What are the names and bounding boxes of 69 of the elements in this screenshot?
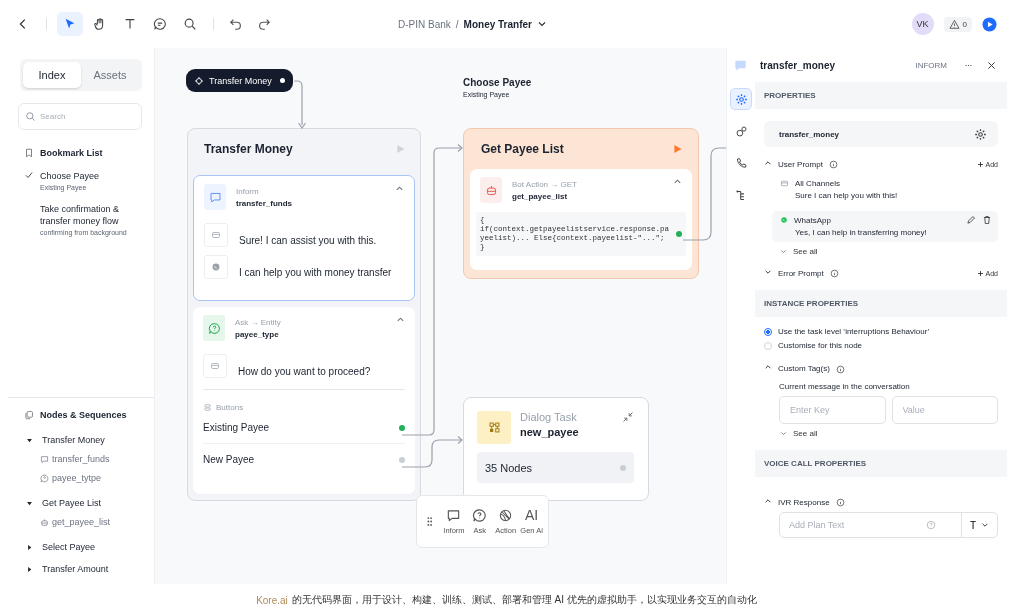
node-title: Transfer Money: [204, 142, 293, 156]
alerts-badge[interactable]: 0: [943, 16, 972, 32]
step-type: Ask → Entity: [235, 317, 281, 327]
flow-node[interactable]: Transfer Money Inform transfer_funds Sure! I can assist you with this. I can help you with money transfer Ask → Entity payee_type How do you want to proceed? Buttons Existing Payee New Payee: [187, 128, 421, 501]
step-name: get_payee_list: [512, 191, 569, 201]
panel-title: transfer_money: [760, 59, 836, 71]
ask-card[interactable]: Ask → Entity payee_type How do you want to proceed? Buttons Existing Payee New Payee: [193, 307, 415, 494]
field-label: Custom Tag(s): [778, 363, 830, 375]
tree-item[interactable]: transfer_funds: [52, 454, 110, 464]
section-header: VOICE CALL PROPERTIES: [755, 450, 1007, 477]
value-field[interactable]: Value: [891, 396, 998, 424]
caption-text: Kore.ai 的无代码界面，用于设计、构建、训练、测试、部署和管理 AI 优先的虚拟助手，以实现业务交互的自动化: [255, 593, 758, 608]
name-card[interactable]: transfer_money: [764, 121, 998, 147]
step-type: Dialog Task: [520, 411, 578, 423]
flow-name[interactable]: Money Tranfer: [463, 18, 532, 30]
field-label: User Prompt: [778, 159, 823, 169]
step-name: transfer_funds: [236, 198, 292, 208]
step-name: new_payee: [520, 426, 579, 438]
user-avatar[interactable]: VK: [911, 13, 934, 35]
dialog-task-node[interactable]: Dialog Task new_payee 35 Nodes: [463, 397, 649, 501]
option-label[interactable]: Existing Payee: [203, 422, 270, 433]
radio-label[interactable]: Use the task level ‘interruptions Behaviour’: [778, 327, 930, 336]
message-text: How do you want to proceed?: [238, 365, 371, 379]
radio-label[interactable]: Customise for this node: [778, 341, 863, 350]
buttons-label: Buttons: [216, 403, 244, 412]
hint-text: Current message in the conversation: [779, 382, 911, 391]
node-name: transfer_money: [779, 129, 840, 139]
bookmark-title[interactable]: Take confirmation & transfer money flow: [40, 203, 144, 227]
message-text: I can help you with money transfer: [239, 266, 392, 280]
tree-item[interactable]: Get Payee List: [42, 498, 102, 508]
workspace-name[interactable]: D-PIN Bank: [398, 18, 451, 30]
tree-item[interactable]: Select Payee: [42, 542, 96, 552]
step-type: Inform: [236, 186, 260, 196]
section-title: Nodes & Sequences: [40, 410, 127, 420]
see-all-link[interactable]: See all: [780, 429, 998, 438]
section-header: PROPERTIES: [755, 82, 1007, 109]
option-label[interactable]: New Payee: [203, 454, 255, 465]
group-title: Choose Payee: [463, 77, 532, 88]
step-name: payee_type: [235, 329, 280, 339]
bookmark-title[interactable]: Choose Payee: [40, 170, 100, 182]
format-dropdown[interactable]: T: [960, 513, 997, 537]
field-label: IVR Response: [778, 497, 830, 507]
node-type-label: INFORM: [915, 60, 947, 70]
message-text: Sure! I can assist you with this.: [239, 234, 377, 248]
start-node[interactable]: Transfer Money: [186, 69, 293, 92]
tree-item[interactable]: payee_tytpe: [52, 473, 102, 483]
prompt-text: Yes, I can help in transferring money!: [794, 228, 928, 237]
tree-item[interactable]: Transfer Amount: [42, 564, 109, 574]
node-count: 35 Nodes: [485, 461, 533, 474]
section-title: Bookmark List: [40, 148, 103, 158]
search-field[interactable]: Search: [18, 103, 142, 130]
prompt-item[interactable]: WhatsApp Yes, I can help in transferring money!: [772, 211, 998, 242]
tab[interactable]: Index: [23, 62, 81, 88]
tab[interactable]: Assets: [81, 62, 139, 88]
see-all-link[interactable]: See all: [780, 247, 998, 256]
node-title: Get Payee List: [481, 142, 564, 156]
channel-name: All Channels: [795, 179, 840, 188]
prompt-text: Sure I can help you with this!: [794, 191, 899, 200]
key-field[interactable]: Enter Key: [779, 396, 886, 424]
channel-name: WhatsApp: [794, 215, 831, 225]
field-label: Error Prompt: [778, 268, 824, 278]
section-header: INSTANCE PROPERTIES: [755, 290, 1007, 317]
inform-card[interactable]: Inform transfer_funds Sure! I can assist you with this. I can help you with money transfer: [193, 175, 415, 301]
tree-item[interactable]: Transfer Money: [42, 435, 105, 445]
step-type: Bot Action → GET: [512, 179, 577, 189]
breadcrumb-separator: /: [455, 18, 459, 30]
tree-item[interactable]: get_payee_list: [52, 517, 111, 527]
node-label: Transfer Money: [209, 75, 272, 86]
prompt-item[interactable]: All Channels Sure I can help you with this!: [772, 175, 998, 205]
